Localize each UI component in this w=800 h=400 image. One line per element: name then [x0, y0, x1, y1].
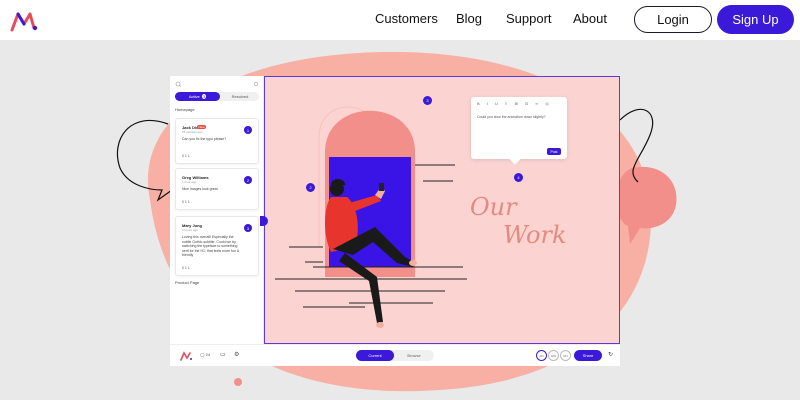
- monitor-icon[interactable]: ▭: [220, 351, 226, 358]
- comment-number: 3: [244, 224, 252, 232]
- brand-logo-small[interactable]: [180, 351, 192, 361]
- comment-text: Loving this overall! Especially the subt…: [182, 235, 240, 257]
- nav-link-customers[interactable]: Customers: [375, 11, 438, 26]
- comment-pin[interactable]: 3: [423, 96, 432, 105]
- comment-icon[interactable]: ◯ 24: [200, 352, 210, 357]
- view-toggle: Current Browse: [356, 350, 434, 361]
- avatar[interactable]: AD: [536, 350, 547, 361]
- section-product-page[interactable]: Product Page: [175, 280, 199, 285]
- avatar[interactable]: MJ: [560, 350, 571, 361]
- comment-time: 15 minutes ago: [182, 130, 203, 134]
- comment-time: 1 hour ago: [182, 180, 197, 184]
- status-tabs: Active 3 Resolved: [175, 92, 259, 101]
- comment-count: 24: [205, 352, 211, 357]
- section-homepage[interactable]: Homepage: [175, 107, 195, 112]
- comment-meta: 0 1 1: [182, 200, 190, 204]
- nav-link-support[interactable]: Support: [506, 11, 552, 26]
- comment-card[interactable]: Greg Williams 1 hour ago Nice images loo…: [175, 168, 259, 210]
- comments-sidebar: Active 3 Resolved Homepage Jack Dixon Ne…: [170, 76, 264, 344]
- comment-input[interactable]: Could you slow the animation down slight…: [477, 115, 546, 119]
- refresh-icon[interactable]: ↻: [608, 351, 613, 358]
- comment-meta: 0 1 1: [182, 266, 190, 270]
- tab-active-label: Active: [188, 94, 200, 99]
- comment-time: 2 hours ago: [182, 228, 198, 232]
- search-icon[interactable]: [175, 81, 259, 87]
- avatar[interactable]: GW: [548, 350, 559, 361]
- tab-resolved[interactable]: Resolved: [221, 92, 259, 101]
- top-nav: Customers Blog Support About Login Sign …: [0, 0, 800, 40]
- post-button[interactable]: Post: [547, 148, 561, 155]
- login-button[interactable]: Login: [634, 6, 712, 33]
- share-button[interactable]: Share: [574, 350, 602, 361]
- comment-text: Nice images look great: [182, 187, 218, 191]
- comment-meta: 0 1 1: [182, 154, 190, 158]
- comment-pin[interactable]: 2: [306, 183, 315, 192]
- hero-section: Active 3 Resolved Homepage Jack Dixon Ne…: [0, 40, 800, 400]
- toggle-current[interactable]: Current: [356, 350, 394, 361]
- bottom-toolbar: ◯ 24 ▭ ⚙ Current Browse AD GW MJ Share ↻: [170, 344, 620, 366]
- comment-card[interactable]: Jack Dixon New 15 minutes ago Can you fi…: [175, 118, 259, 164]
- share-label: Share: [582, 353, 594, 358]
- tab-active-count: 3: [201, 94, 207, 99]
- headline-our: Our: [470, 193, 518, 221]
- comment-text: Can you fix the typo please?: [182, 137, 227, 141]
- brand-logo[interactable]: [10, 10, 38, 32]
- signup-button[interactable]: Sign Up: [717, 5, 794, 34]
- headline-work: Work: [503, 221, 567, 249]
- toggle-browse[interactable]: Browse: [394, 350, 434, 361]
- new-badge: New: [197, 125, 206, 129]
- tab-active[interactable]: Active 3: [175, 92, 220, 101]
- nav-link-about[interactable]: About: [573, 11, 607, 26]
- gear-icon[interactable]: ⚙: [234, 351, 239, 358]
- comment-card[interactable]: Mary Jung 2 hours ago Loving this overal…: [175, 216, 259, 276]
- comment-number: 2: [244, 176, 252, 184]
- comment-number: 1: [244, 126, 252, 134]
- comment-pin[interactable]: 4: [514, 173, 523, 182]
- formatting-toolbar[interactable]: B I U ≡ ⊞ ⊡ ∞ ◎: [477, 101, 552, 106]
- nav-link-blog[interactable]: Blog: [456, 11, 482, 26]
- comment-popover: B I U ≡ ⊞ ⊡ ∞ ◎ Could you slow the anima…: [471, 97, 567, 165]
